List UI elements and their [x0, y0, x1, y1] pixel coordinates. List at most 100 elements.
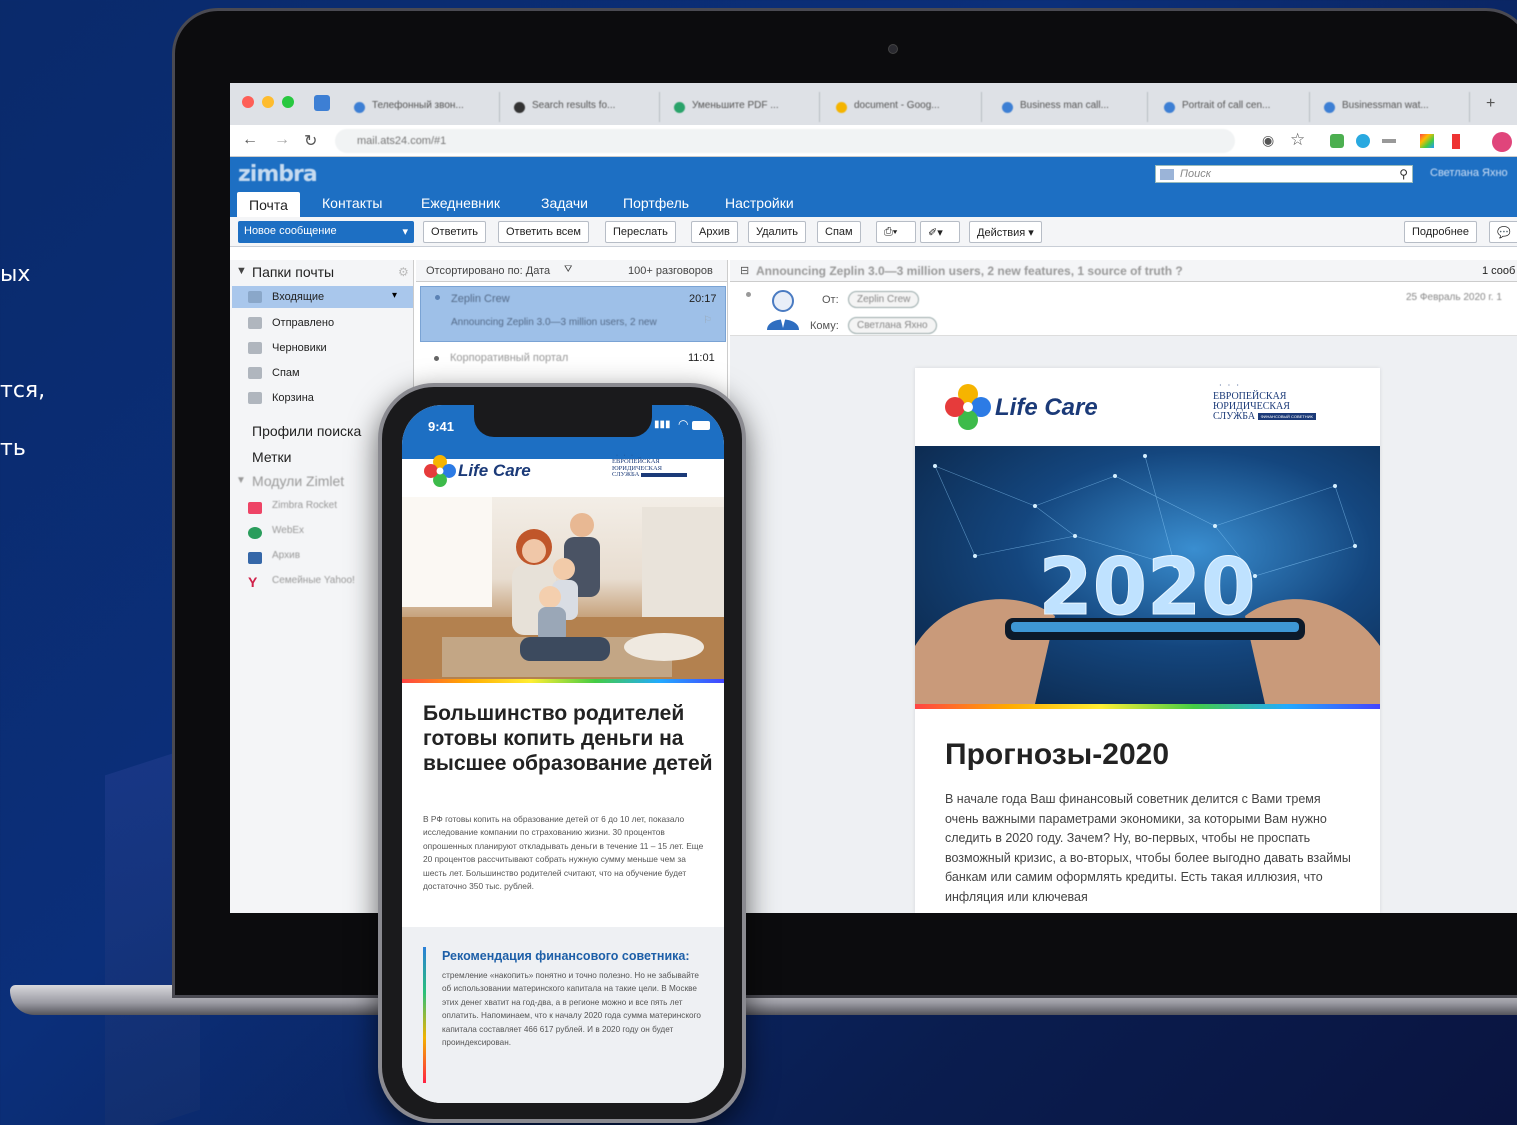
maximize-window-icon[interactable]: [282, 96, 294, 108]
phone-notch: [474, 405, 652, 437]
new-tab-icon[interactable]: +: [1486, 95, 1495, 113]
message-list-header: Отсортировано по: Дата ⛛ 100+ разговоров: [416, 260, 727, 282]
email-title: Прогнозы-2020: [945, 738, 1170, 771]
folders-title[interactable]: Папки почты: [252, 264, 334, 280]
browser-tab[interactable]: Уменьшите PDF ...: [668, 92, 820, 122]
tab-contacts[interactable]: Контакты: [322, 195, 382, 211]
eu-logo: · · · ЕВРОПЕЙСКАЯ ЮРИДИЧЕСКАЯ СЛУЖБА: [612, 453, 687, 479]
reading-subject: Announcing Zeplin 3.0—3 million users, 2…: [756, 264, 1183, 278]
message-row-selected[interactable]: Zeplin Crew 20:17 Announcing Zeplin 3.0—…: [420, 286, 726, 342]
search-profiles[interactable]: Профили поиска: [252, 423, 361, 439]
profile-avatar[interactable]: [1492, 132, 1512, 152]
family-photo-graphic: [402, 497, 724, 679]
collapse-icon[interactable]: ▼: [236, 475, 246, 486]
drafts-icon: [248, 342, 262, 354]
zimlet-item[interactable]: WebEx: [272, 525, 304, 536]
from-pill[interactable]: Zeplin Crew: [848, 291, 920, 308]
browser-tab[interactable]: document - Goog...: [830, 92, 982, 122]
actions-menu-button[interactable]: Действия ▾: [969, 221, 1042, 243]
folder-inbox[interactable]: Входящие: [272, 291, 324, 303]
battery-icon: [692, 421, 710, 430]
chevron-down-icon[interactable]: ▾: [392, 290, 397, 301]
tab-settings[interactable]: Настройки: [725, 195, 794, 211]
eu-logo: · · · ЕВРОПЕЙСКАЯ ЮРИДИЧЕСКАЯ СЛУЖБА ФИН…: [1213, 382, 1316, 422]
sort-icon[interactable]: ⛛: [564, 264, 572, 275]
folder-trash[interactable]: Корзина: [272, 392, 314, 404]
extension-icon[interactable]: [1330, 134, 1344, 148]
sent-icon: [248, 317, 262, 329]
message-sender: Zeplin Crew: [451, 293, 510, 305]
chat-button[interactable]: 💬: [1489, 221, 1517, 243]
read-dot: [746, 292, 751, 297]
collapse-icon[interactable]: ▼: [236, 265, 247, 277]
tag-menu-button[interactable]: ✐▾: [920, 221, 960, 243]
archive-button[interactable]: Архив: [691, 221, 738, 243]
camera-icon: [888, 44, 898, 54]
mail-icon: [1160, 169, 1174, 180]
flag-icon[interactable]: ⚐: [703, 315, 712, 326]
browser-tab[interactable]: Portrait of call cen...: [1158, 92, 1310, 122]
url-field[interactable]: mail.ats24.com/#1: [335, 129, 1235, 153]
browser-tab[interactable]: Search results fo...: [508, 92, 660, 122]
zimbra-header: zimbra Поиск ⚲ Светлана Яхно: [230, 157, 1517, 190]
smartphone: 9:41 ▮▮▮ ◠ Life Care · · · ЕВРОПЕЙСКАЯ Ю…: [378, 383, 746, 1123]
close-window-icon[interactable]: [242, 96, 254, 108]
reply-button[interactable]: Ответить: [423, 221, 487, 243]
reading-header: ⊟ Announcing Zeplin 3.0—3 million users,…: [730, 260, 1517, 282]
from-label: От:: [822, 294, 839, 306]
lifecare-logo: Life Care: [995, 394, 1098, 421]
folder-drafts[interactable]: Черновики: [272, 342, 327, 354]
tab-tasks[interactable]: Задачи: [541, 195, 588, 211]
eye-icon[interactable]: ◉: [1262, 132, 1274, 149]
reply-all-button[interactable]: Ответить всем: [498, 221, 589, 243]
more-button[interactable]: Подробнее: [1404, 221, 1478, 243]
new-message-button[interactable]: Новое сообщение ▾: [238, 221, 414, 243]
tab-mail[interactable]: Почта: [237, 192, 300, 217]
user-name[interactable]: Светлана Яхно: [1430, 167, 1508, 179]
family-photo: [402, 497, 724, 679]
extension-icon[interactable]: [1452, 134, 1460, 149]
zimlet-item[interactable]: Семейные Yahoo!: [272, 575, 355, 586]
printer-icon: ⎙▾: [884, 226, 898, 238]
back-icon[interactable]: ←: [242, 131, 258, 149]
browser-tab-strip: Телефонный звон... Search results fo... …: [230, 83, 1517, 125]
article-title: Большинство родителей готовы копить день…: [423, 702, 713, 775]
delete-button[interactable]: Удалить: [748, 221, 806, 243]
search-icon[interactable]: ⚲: [1399, 167, 1408, 181]
reload-icon[interactable]: ↻: [304, 131, 317, 151]
zimlets-title[interactable]: Модули Zimlet: [252, 473, 344, 489]
minimize-window-icon[interactable]: [262, 96, 274, 108]
article-body: В РФ готовы копить на образование детей …: [423, 814, 704, 892]
lifecare-logo: Life Care: [458, 461, 531, 480]
extension-icon[interactable]: [1420, 134, 1434, 148]
collapse-icon[interactable]: ⊟: [740, 264, 749, 277]
message-info: От: Zeplin Crew Кому: Светлана Яхно 25 Ф…: [730, 282, 1517, 336]
browser-tab[interactable]: Businessman wat...: [1318, 92, 1470, 122]
print-menu-button[interactable]: ⎙▾: [876, 221, 916, 243]
zimbra-tab-icon[interactable]: [314, 95, 330, 111]
gear-icon[interactable]: ⚙: [398, 265, 409, 279]
browser-tab[interactable]: Телефонный звон...: [348, 92, 500, 122]
tab-briefcase[interactable]: Портфель: [623, 195, 689, 211]
zimlet-item[interactable]: Zimbra Rocket: [272, 500, 337, 511]
message-sender: Корпоративный портал: [450, 352, 569, 364]
hero-year: 2020: [1038, 543, 1255, 633]
zimlet-item[interactable]: Архив: [272, 550, 300, 561]
forward-button[interactable]: Переслать: [605, 221, 676, 243]
forward-icon[interactable]: →: [274, 131, 290, 149]
wifi-icon: ◠: [678, 417, 689, 431]
extension-icon[interactable]: [1382, 139, 1396, 143]
folder-sent[interactable]: Отправлено: [272, 317, 334, 329]
sort-label[interactable]: Отсортировано по: Дата: [426, 265, 550, 277]
extension-icon[interactable]: [1356, 134, 1370, 148]
to-pill[interactable]: Светлана Яхно: [848, 317, 937, 334]
search-input[interactable]: Поиск ⚲: [1155, 165, 1413, 183]
reading-pane: ⊟ Announcing Zeplin 3.0—3 million users,…: [730, 260, 1517, 913]
star-icon[interactable]: ☆: [1290, 130, 1305, 150]
tab-calendar[interactable]: Ежедневник: [421, 195, 500, 211]
browser-tab[interactable]: Business man call...: [996, 92, 1148, 122]
tags-section[interactable]: Метки: [252, 449, 292, 465]
email-text: В начале года Ваш финансовый советник де…: [945, 792, 1351, 904]
spam-button[interactable]: Спам: [817, 221, 861, 243]
folder-spam[interactable]: Спам: [272, 367, 300, 379]
